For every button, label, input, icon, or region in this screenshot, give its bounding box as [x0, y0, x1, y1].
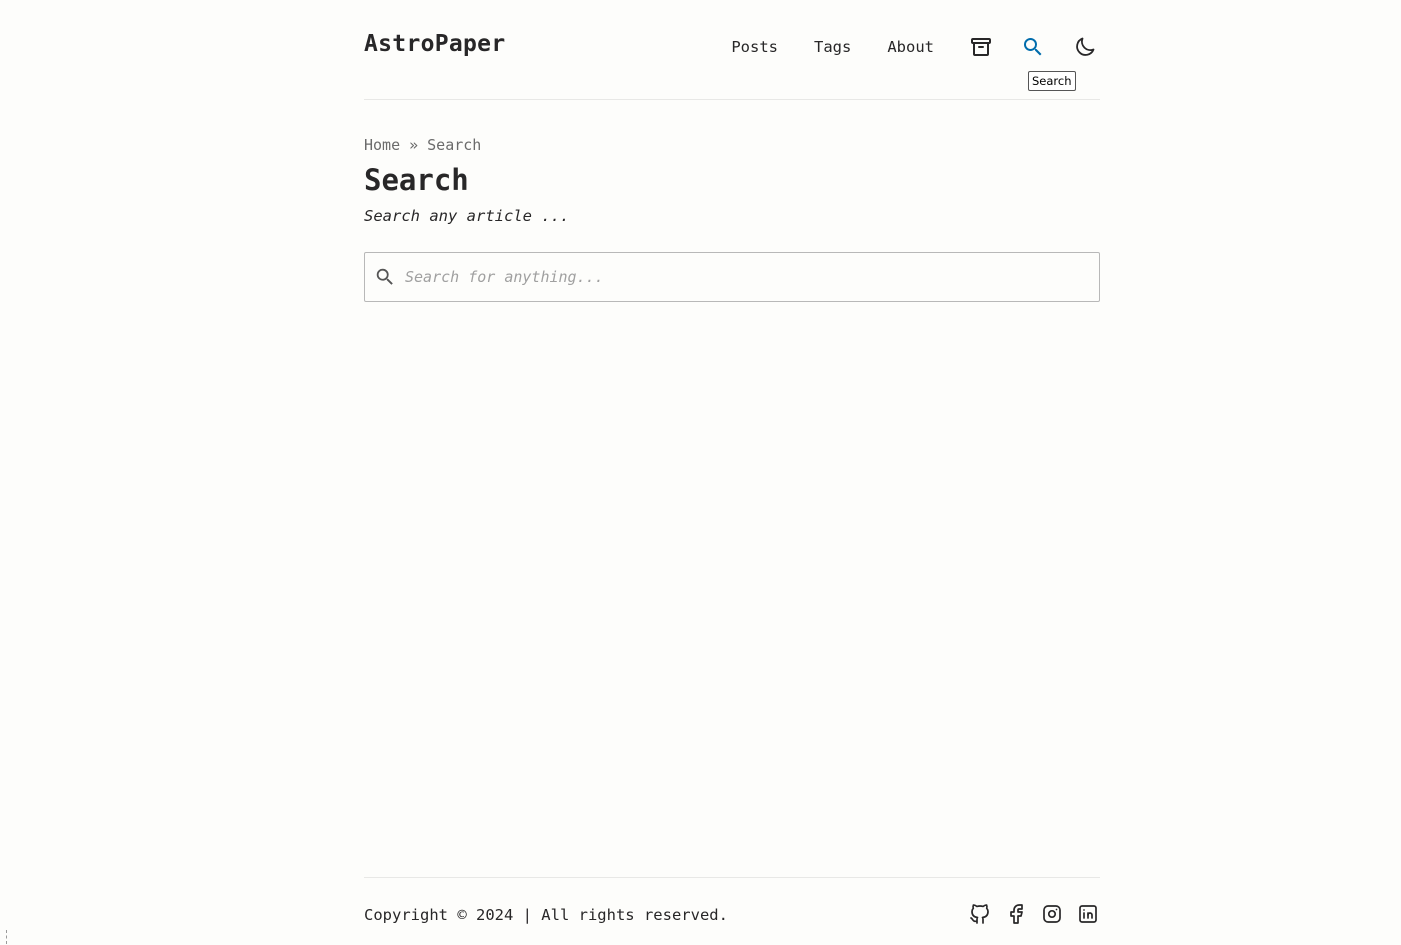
archives-button[interactable]: [966, 32, 996, 62]
github-link[interactable]: [968, 902, 992, 926]
theme-toggle-button[interactable]: [1070, 32, 1100, 62]
breadcrumb-home[interactable]: Home: [364, 136, 400, 154]
moon-icon: [1076, 37, 1095, 56]
linkedin-link[interactable]: [1076, 902, 1100, 926]
instagram-icon: [1043, 905, 1061, 923]
breadcrumb: Home » Search: [364, 135, 481, 155]
instagram-link[interactable]: [1040, 902, 1064, 926]
site-logo[interactable]: AstroPaper: [364, 31, 505, 57]
social-links: [956, 902, 1100, 926]
archive-icon: [971, 38, 991, 56]
facebook-link[interactable]: [1004, 902, 1028, 926]
github-icon: [970, 904, 989, 924]
breadcrumb-separator: »: [409, 136, 419, 154]
search-tooltip: Search: [1028, 71, 1076, 91]
page-description: Search any article ...: [364, 207, 570, 225]
search-input[interactable]: [405, 253, 1085, 301]
site-header: AstroPaper Posts Tags About: [364, 0, 1100, 100]
nav-about[interactable]: About: [887, 32, 934, 62]
nav-posts[interactable]: Posts: [731, 32, 778, 62]
search-box[interactable]: [364, 252, 1100, 302]
corner-marker: [0, 930, 7, 944]
facebook-icon: [1010, 904, 1023, 924]
page-title: Search: [364, 163, 469, 197]
copyright-text: Copyright © 2024 | All rights reserved.: [364, 906, 728, 924]
search-icon: [376, 268, 393, 285]
linkedin-icon: [1079, 905, 1097, 923]
breadcrumb-current: Search: [427, 136, 482, 154]
page: AstroPaper Posts Tags About Search Home …: [0, 0, 1401, 945]
site-footer: Copyright © 2024 | All rights reserved.: [364, 877, 1100, 945]
search-button[interactable]: [1018, 32, 1048, 62]
main-nav: Posts Tags About: [731, 32, 1100, 62]
search-icon: [1024, 38, 1042, 56]
nav-tags[interactable]: Tags: [814, 32, 851, 62]
